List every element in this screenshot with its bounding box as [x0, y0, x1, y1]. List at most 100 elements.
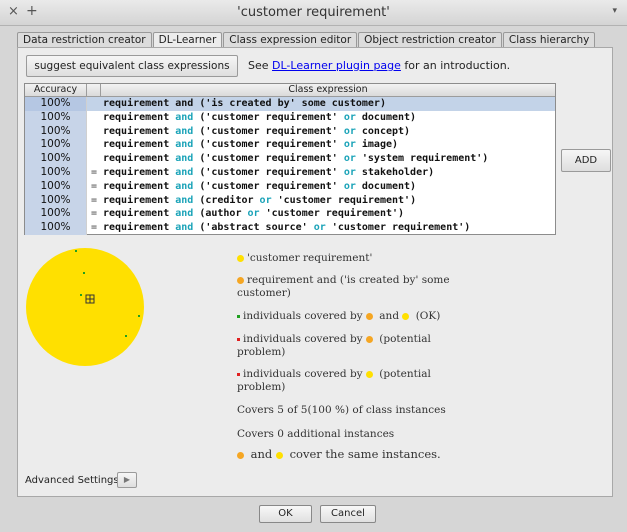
expression-text: (author: [193, 208, 248, 220]
expression-text: requirement: [103, 111, 176, 123]
equivalence-marker: =: [90, 166, 98, 178]
accuracy-cell: 100%: [25, 138, 87, 153]
table-header: Accuracy Class expression: [25, 84, 555, 97]
table-row[interactable]: 100% = requirement and ('customer requirem…: [25, 179, 555, 194]
red-square-icon: [237, 372, 240, 376]
expression-text: ('customer requirement': [193, 125, 344, 137]
equivalence-marker: [87, 97, 101, 111]
tab-data-restriction-creator[interactable]: Data restriction creator: [17, 32, 152, 48]
equivalence-marker: [87, 152, 101, 166]
equivalence-marker: [87, 111, 101, 125]
intro-text: See DL-Learner plugin page for an introd…: [248, 59, 510, 72]
orange-dot-icon: [365, 335, 373, 343]
plugin-page-link[interactable]: DL-Learner plugin page: [272, 59, 401, 72]
expression-text: requirement: [103, 125, 176, 137]
legend-covered-both: individuals covered by and (OK): [237, 310, 477, 323]
accuracy-cell: 100%: [25, 124, 87, 139]
legend-text: individuals covered by: [243, 310, 366, 322]
column-header-expression[interactable]: Class expression: [101, 84, 555, 96]
expression-text: requirement: [103, 208, 176, 220]
title-bar: × + 'customer requirement' ▾: [0, 0, 627, 26]
expression-cell: requirement and ('customer requirement' …: [101, 166, 555, 180]
advanced-settings-label: Advanced Settings: [25, 475, 119, 486]
expression-text: 'customer requirement'): [271, 194, 417, 206]
expression-cell: requirement and ('customer requirement' …: [101, 125, 555, 139]
expression-text: requirement: [103, 180, 176, 192]
keyword: or: [343, 180, 356, 192]
expression-text: requirement: [103, 139, 176, 151]
accuracy-cell: 100%: [25, 165, 87, 180]
tab-class-expression-editor[interactable]: Class expression editor: [223, 32, 358, 48]
table-row[interactable]: 100% requirement and ('is created by' som…: [25, 97, 555, 111]
table-row[interactable]: 100% requirement and ('customer requireme…: [25, 124, 555, 139]
accuracy-cell: 100%: [25, 97, 87, 111]
equivalence-marker: [87, 138, 101, 152]
expression-text: concept): [355, 125, 411, 137]
expression-text: ('abstract source': [193, 222, 314, 234]
expression-text: stakeholder): [355, 166, 435, 178]
yellow-dot-icon: [402, 312, 410, 320]
keyword: or: [343, 139, 356, 151]
add-button[interactable]: ADD: [561, 149, 611, 172]
chevron-down-icon[interactable]: ▾: [612, 6, 617, 16]
legend-coverage: Covers 5 of 5(100 %) of class instances: [237, 404, 446, 416]
table-row[interactable]: 100% = requirement and (creditor or 'custo…: [25, 193, 555, 208]
ok-point: [138, 315, 140, 317]
expression-cell: requirement and ('customer requirement' …: [101, 180, 555, 194]
equivalence-marker: =: [90, 222, 98, 234]
table-row[interactable]: 100% = requirement and (author or 'custome…: [25, 207, 555, 222]
expression-text: image): [355, 139, 399, 151]
keyword: and: [175, 222, 194, 234]
expression-text: ('customer requirement': [193, 139, 344, 151]
expression-text: ('customer requirement': [193, 111, 344, 123]
accuracy-cell: 100%: [25, 110, 87, 125]
expression-text: ('customer requirement': [193, 166, 344, 178]
green-square-icon: [237, 314, 240, 318]
ok-point: [80, 294, 82, 296]
ok-point: [83, 272, 85, 274]
expression-text: requirement: [103, 153, 176, 165]
orange-dot-icon: [237, 276, 244, 284]
keyword: or: [259, 194, 272, 206]
table-row[interactable]: 100% requirement and ('customer requireme…: [25, 152, 555, 166]
yellow-dot-icon: [365, 370, 373, 378]
legend-class-text: 'customer requirement': [247, 252, 373, 264]
cancel-button[interactable]: Cancel: [320, 505, 376, 523]
table-row[interactable]: 100% requirement and ('customer requireme…: [25, 138, 555, 153]
accuracy-cell: 100%: [25, 193, 87, 208]
orange-dot-icon: [237, 451, 244, 459]
table-row[interactable]: 100% requirement and ('customer requireme…: [25, 110, 555, 125]
table-row[interactable]: 100% = requirement and ('customer requirem…: [25, 165, 555, 180]
ok-point: [125, 335, 127, 337]
expression-cell: requirement and ('is created by' some cu…: [101, 97, 555, 111]
accuracy-cell: 100%: [25, 221, 87, 235]
table-body: 100% requirement and ('is created by' som…: [25, 97, 555, 235]
legend-additional: Covers 0 additional instances: [237, 428, 395, 440]
expression-text: requirement: [103, 194, 176, 206]
tab-class-hierarchy[interactable]: Class hierarchy: [502, 32, 596, 48]
intro-suffix: for an introduction.: [400, 59, 511, 72]
keyword: and: [175, 153, 194, 165]
table-row[interactable]: 100% = requirement and ('abstract source' …: [25, 221, 555, 235]
yellow-dot-icon: [237, 254, 244, 262]
expression-text: 'customer requirement'): [325, 222, 471, 234]
advanced-settings-toggle[interactable]: ▶: [117, 472, 137, 488]
legend-text: (OK): [412, 310, 441, 322]
expression-text: requirement: [103, 166, 176, 178]
intro-prefix: See: [248, 59, 273, 72]
suggest-button[interactable]: suggest equivalent class expressions: [26, 55, 238, 77]
expression-text: document): [355, 111, 417, 123]
orange-dot-icon: [365, 312, 373, 320]
keyword: or: [343, 125, 356, 137]
expression-cell: requirement and ('customer requirement' …: [101, 111, 555, 125]
column-header-accuracy[interactable]: Accuracy: [25, 84, 87, 96]
expression-cell: requirement and ('customer requirement' …: [101, 138, 555, 152]
keyword: or: [343, 111, 356, 123]
equivalence-marker: =: [90, 208, 98, 220]
class-expression-table: Accuracy Class expression 100% requiremen…: [24, 83, 556, 235]
tab-object-restriction-creator[interactable]: Object restriction creator: [358, 32, 502, 48]
keyword: and: [175, 180, 194, 192]
ok-button[interactable]: OK: [259, 505, 312, 523]
coverage-venn-diagram: [26, 248, 144, 366]
keyword: and: [175, 208, 194, 220]
